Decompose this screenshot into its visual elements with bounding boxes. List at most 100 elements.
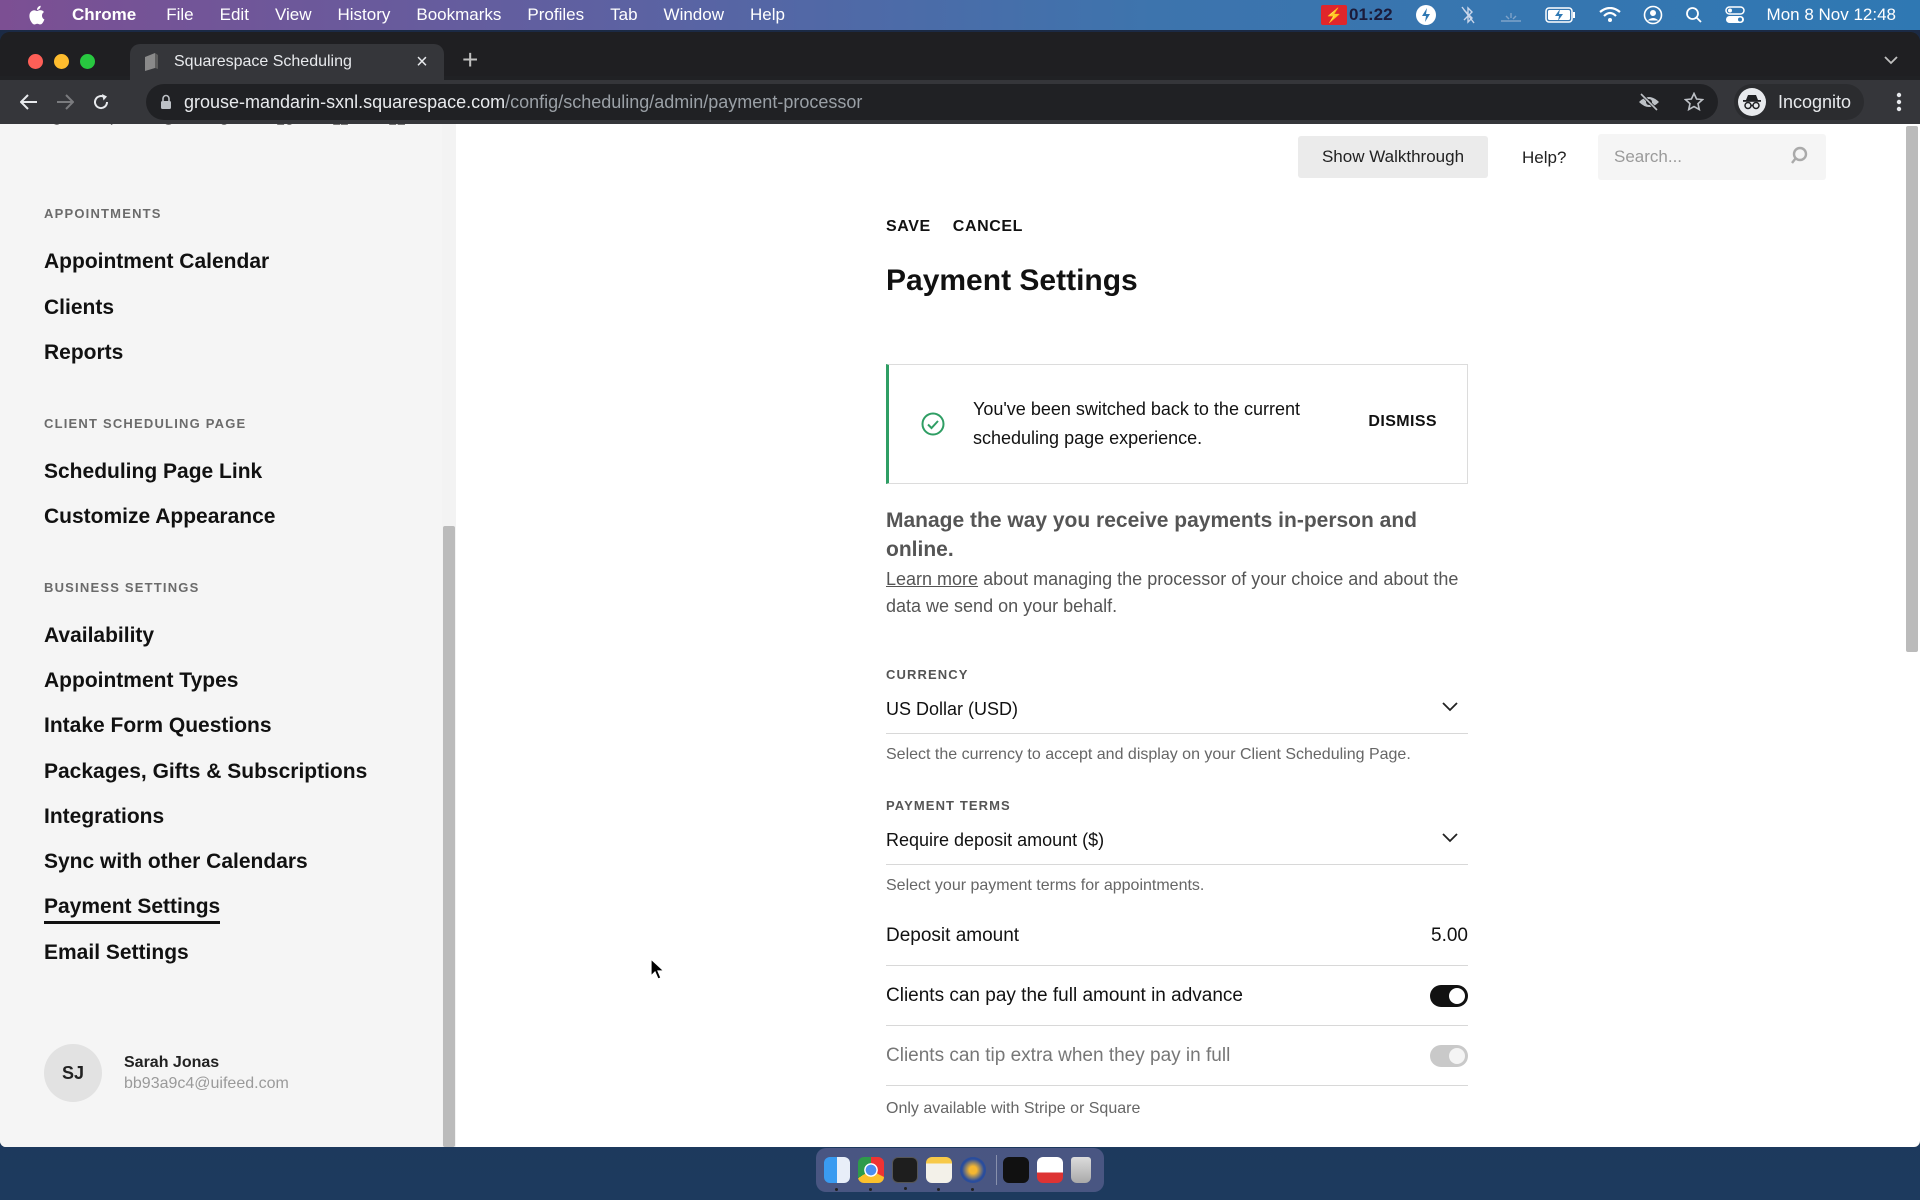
- menu-help[interactable]: Help: [750, 5, 785, 25]
- intro-text: Manage the way you receive payments in-p…: [886, 506, 1468, 620]
- dock-trash-icon[interactable]: [1071, 1157, 1091, 1183]
- menu-app-name[interactable]: Chrome: [72, 5, 136, 25]
- sidebar-item-scheduling-page-link[interactable]: Scheduling Page Link: [44, 460, 262, 484]
- sidebar-item-intake-form-questions[interactable]: Intake Form Questions: [44, 714, 272, 738]
- dock-separator: [996, 1155, 997, 1185]
- help-link[interactable]: Help?: [1522, 148, 1566, 168]
- bookmark-star-icon[interactable]: [1684, 92, 1704, 112]
- dock-chrome-icon[interactable]: [858, 1157, 884, 1191]
- intro-sub: Learn more about managing the processor …: [886, 566, 1468, 620]
- menu-window[interactable]: Window: [664, 5, 724, 25]
- currency-help: Select the currency to accept and displa…: [886, 746, 1411, 763]
- reload-button[interactable]: [83, 84, 119, 120]
- calendar-day[interactable]: 6: [52, 124, 108, 130]
- menu-edit[interactable]: Edit: [220, 5, 249, 25]
- currency-value: US Dollar (USD): [886, 699, 1019, 719]
- menu-tab[interactable]: Tab: [610, 5, 637, 25]
- sidebar-item-sync-calendars[interactable]: Sync with other Calendars: [44, 850, 308, 874]
- page-scrollbar[interactable]: [1906, 126, 1918, 652]
- sidebar-item-availability[interactable]: Availability: [44, 624, 154, 648]
- calendar-day[interactable]: 9: [220, 124, 276, 130]
- maximize-window-button[interactable]: [80, 54, 95, 69]
- calendar-day[interactable]: 7: [108, 124, 164, 130]
- tip-extra-toggle[interactable]: [1430, 1044, 1468, 1067]
- sidebar-item-customize-appearance[interactable]: Customize Appearance: [44, 505, 275, 529]
- control-center-icon[interactable]: [1724, 6, 1745, 24]
- sidebar-item-clients[interactable]: Clients: [44, 296, 114, 320]
- calendar-day[interactable]: 11: [332, 124, 388, 130]
- menu-file[interactable]: File: [166, 5, 193, 25]
- sidebar-scrollbar[interactable]: [443, 526, 455, 1147]
- back-button[interactable]: [11, 84, 47, 120]
- switch-notice-banner: You've been switched back to the current…: [886, 364, 1468, 484]
- recording-indicator[interactable]: ⚡ 01:22: [1321, 5, 1393, 25]
- incognito-profile-button[interactable]: Incognito: [1734, 84, 1864, 120]
- dock-lightning-app-icon[interactable]: [960, 1157, 986, 1191]
- dock-terminal-icon[interactable]: [892, 1157, 918, 1190]
- menubar-clock[interactable]: Mon 8 Nov 12:48: [1767, 5, 1896, 25]
- search-input[interactable]: [1614, 147, 1784, 167]
- dismiss-button[interactable]: DISMISS: [1368, 413, 1437, 431]
- close-tab-icon[interactable]: ×: [408, 51, 436, 74]
- forward-button[interactable]: [47, 84, 83, 120]
- browser-tab-active[interactable]: Squarespace Scheduling ×: [130, 44, 444, 80]
- sidebar-item-appointment-types[interactable]: Appointment Types: [44, 669, 238, 693]
- menu-profiles[interactable]: Profiles: [527, 5, 584, 25]
- calendar-day[interactable]: 12: [388, 124, 444, 130]
- dock-screen-recorder-icon[interactable]: [1003, 1157, 1029, 1183]
- squarespace-favicon-icon: [142, 52, 160, 72]
- sidebar-item-email-settings[interactable]: Email Settings: [44, 941, 189, 965]
- address-bar[interactable]: grouse-mandarin-sxnl.squarespace.com/con…: [146, 84, 1718, 120]
- pay-full-toggle[interactable]: [1430, 984, 1468, 1007]
- search-icon[interactable]: [1790, 146, 1808, 171]
- pay-full-row: Clients can pay the full amount in advan…: [886, 966, 1468, 1026]
- dock-notes-icon[interactable]: [926, 1157, 952, 1191]
- tab-strip: Squarespace Scheduling × +: [0, 32, 1920, 80]
- sidebar-section-client-scheduling-page: CLIENT SCHEDULING PAGE: [44, 416, 247, 431]
- new-tab-button[interactable]: +: [462, 46, 478, 74]
- dock-preview-window-icon[interactable]: [1037, 1157, 1063, 1183]
- calendar-day[interactable]: 8: [164, 124, 220, 130]
- calendar-day[interactable]: 10: [276, 124, 332, 130]
- learn-more-link[interactable]: Learn more: [886, 569, 978, 589]
- menubar-status-area: ⚡ 01:22 Mon 8 Nov 12:48: [1321, 0, 1920, 30]
- sidebar: 6 7 8 9 10 11 12 APPOINTMENTS Appointmen…: [0, 124, 456, 1147]
- deposit-amount-input[interactable]: 5.00: [1431, 925, 1468, 947]
- avatar: SJ: [44, 1044, 102, 1102]
- apple-menu-icon[interactable]: [28, 5, 50, 25]
- sidebar-item-appointment-calendar[interactable]: Appointment Calendar: [44, 250, 269, 274]
- sidebar-item-integrations[interactable]: Integrations: [44, 805, 164, 829]
- menu-view[interactable]: View: [275, 5, 312, 25]
- deposit-amount-label: Deposit amount: [886, 924, 1020, 946]
- page-title: Payment Settings: [886, 264, 1138, 297]
- cancel-button[interactable]: CANCEL: [953, 218, 1023, 236]
- lock-icon[interactable]: [160, 94, 172, 110]
- incognito-icon: [1738, 88, 1766, 116]
- browser-menu-icon[interactable]: [1896, 92, 1902, 117]
- url-host: grouse-mandarin-sxnl.squarespace.com: [184, 91, 506, 112]
- menu-bookmarks[interactable]: Bookmarks: [416, 5, 501, 25]
- sidebar-item-packages-gifts-subscriptions[interactable]: Packages, Gifts & Subscriptions: [44, 760, 367, 784]
- dock-finder-icon[interactable]: [824, 1157, 850, 1191]
- user-icon[interactable]: [1643, 5, 1663, 25]
- spotlight-search-icon[interactable]: [1685, 6, 1703, 24]
- flash-icon[interactable]: [1415, 4, 1437, 26]
- show-walkthrough-button[interactable]: Show Walkthrough: [1298, 136, 1488, 178]
- chevron-down-icon: [1442, 833, 1458, 843]
- sidebar-item-reports[interactable]: Reports: [44, 341, 123, 365]
- sidebar-item-payment-settings[interactable]: Payment Settings: [44, 895, 221, 924]
- sound-icon[interactable]: [1499, 7, 1523, 23]
- tracking-protection-eye-off-icon[interactable]: [1638, 93, 1660, 111]
- currency-select[interactable]: US Dollar (USD): [886, 686, 1468, 734]
- battery-charging-icon[interactable]: [1544, 7, 1577, 23]
- close-window-button[interactable]: [28, 54, 43, 69]
- tab-search-chevron-icon[interactable]: [1884, 52, 1898, 70]
- menu-history[interactable]: History: [337, 5, 390, 25]
- user-profile[interactable]: SJ Sarah Jonas bb93a9c4@uifeed.com: [44, 1044, 289, 1102]
- wifi-icon[interactable]: [1598, 7, 1621, 23]
- save-button[interactable]: SAVE: [886, 218, 931, 236]
- minimize-window-button[interactable]: [54, 54, 69, 69]
- currency-label: CURRENCY: [886, 667, 969, 682]
- payment-terms-select[interactable]: Require deposit amount ($): [886, 817, 1468, 865]
- bluetooth-off-icon[interactable]: [1459, 5, 1477, 25]
